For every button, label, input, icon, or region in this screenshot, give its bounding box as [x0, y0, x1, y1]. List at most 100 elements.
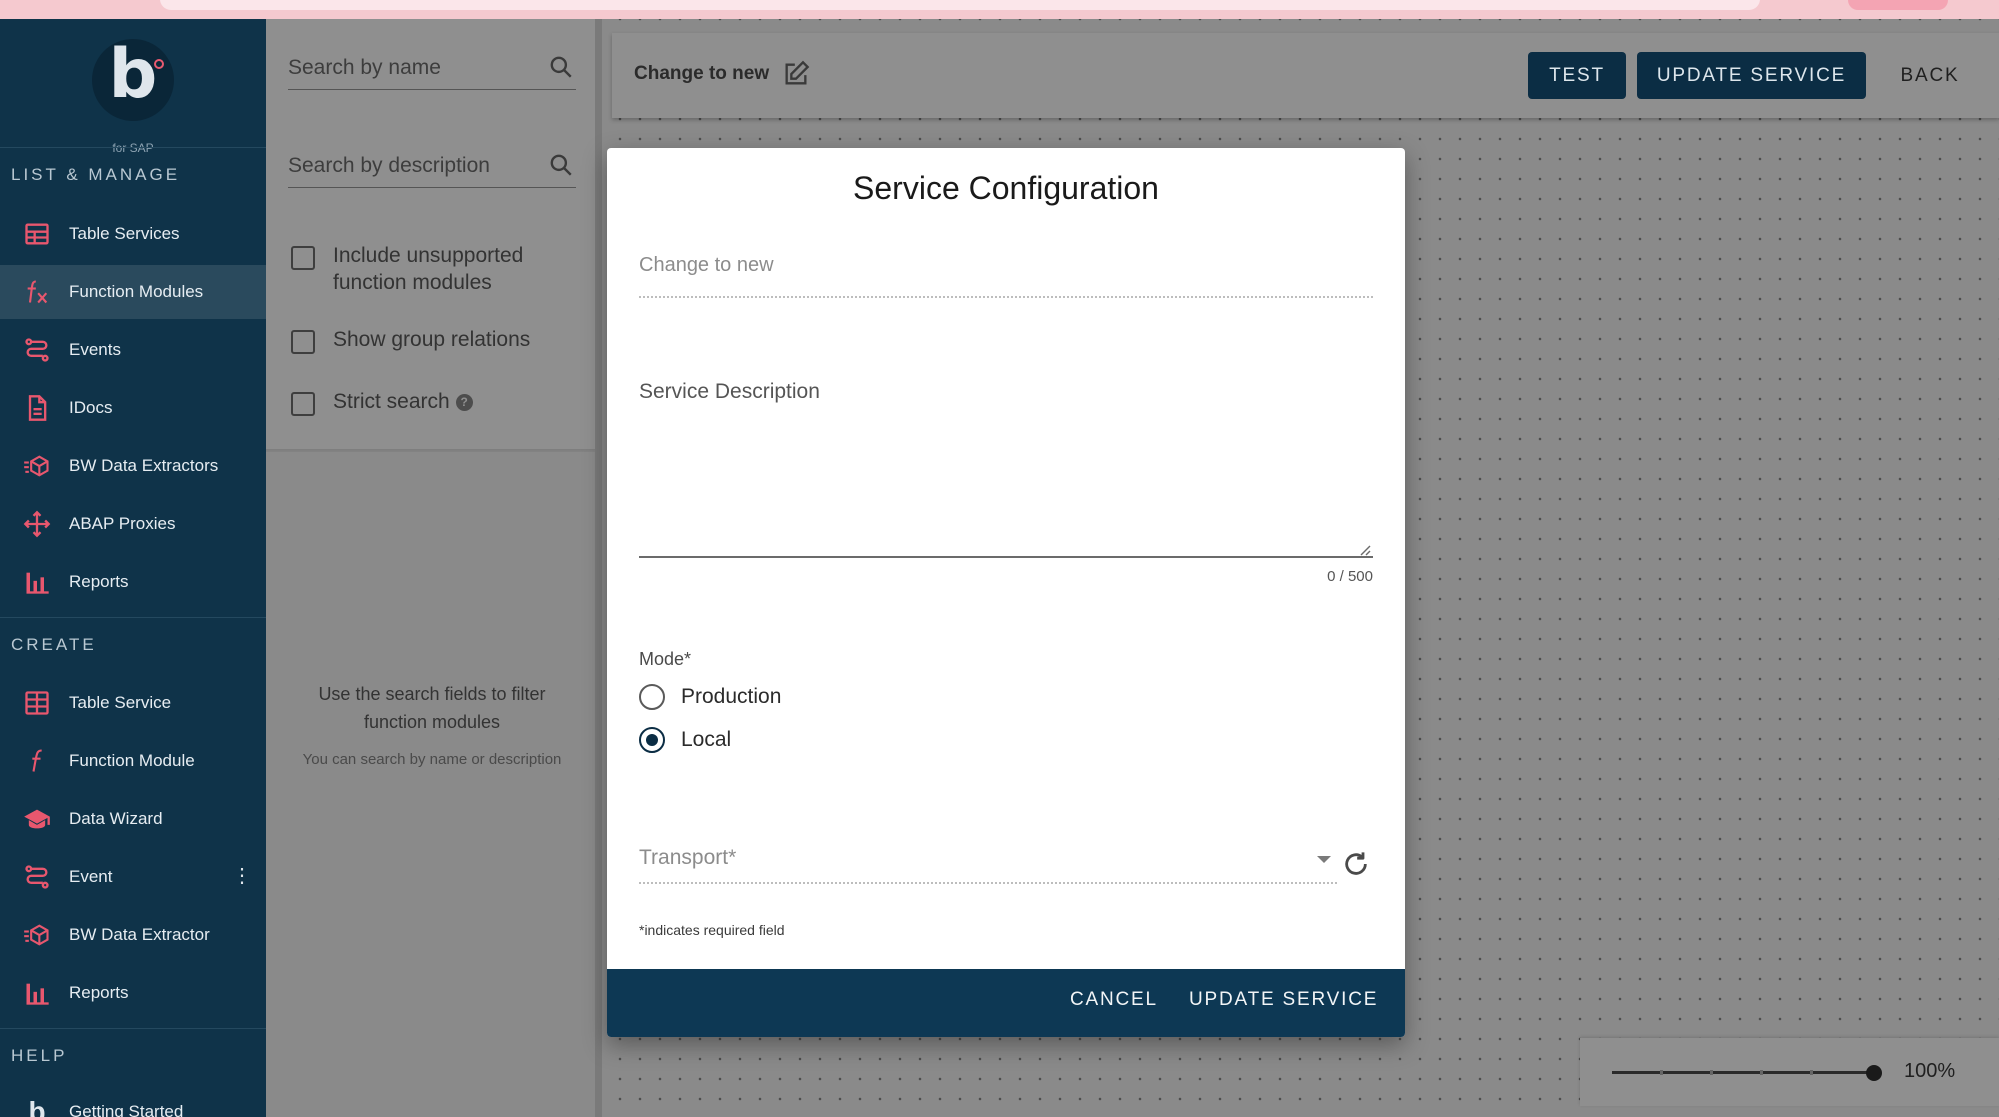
checkbox-box[interactable] [291, 246, 315, 270]
chevron-down-icon[interactable] [1317, 856, 1331, 863]
top-address-pill [160, 0, 1760, 10]
sidebar: b for SAP LIST & MANAGE Table Services F… [0, 19, 266, 1117]
sidebar-divider [0, 1028, 266, 1029]
include-unsupported-checkbox[interactable]: Include unsupported function modules [291, 242, 553, 296]
sidebar-item-reports[interactable]: Reports [0, 555, 266, 609]
textarea-underline [639, 556, 1373, 558]
cube-extractor-icon [22, 451, 52, 481]
sidebar-item-bw-data-extractors[interactable]: BW Data Extractors [0, 439, 266, 493]
search-icon[interactable] [548, 152, 574, 178]
radio-label: Production [681, 685, 782, 708]
search-hint-sub: You can search by name or description [302, 751, 562, 768]
search-by-name-placeholder: Search by name [288, 56, 441, 79]
top-action-pill[interactable] [1848, 0, 1948, 10]
sidebar-item-label: Function Modules [69, 282, 204, 301]
transport-label: Transport* [639, 846, 737, 869]
show-group-relations-checkbox[interactable]: Show group relations [291, 326, 530, 354]
cancel-button[interactable]: CANCEL [1070, 989, 1158, 1011]
service-description-label: Service Description [639, 380, 820, 403]
top-browser-strip [0, 0, 1999, 19]
b-logo-icon: b [28, 1096, 46, 1117]
logo-subtitle: for SAP [112, 141, 154, 155]
sidebar-item-getting-started[interactable]: b Getting Started [0, 1085, 266, 1117]
sidebar-item-create-reports[interactable]: Reports [0, 966, 266, 1020]
bar-chart-icon [22, 978, 52, 1008]
dialog-update-service-button[interactable]: UPDATE SERVICE [1189, 989, 1378, 1011]
sidebar-item-create-event[interactable]: Event ⋮ [0, 850, 266, 904]
zoom-tick [1760, 1070, 1763, 1075]
sidebar-item-create-table-service[interactable]: Table Service [0, 676, 266, 730]
sidebar-item-label: Reports [69, 572, 129, 591]
app-logo[interactable]: b for SAP [90, 35, 176, 155]
search-hint-main: Use the search fields to filter function… [318, 684, 546, 732]
strict-search-checkbox[interactable]: Strict search? [291, 388, 473, 416]
section-title-list-manage: LIST & MANAGE [11, 165, 181, 184]
mode-radio-production[interactable]: Production [639, 684, 781, 710]
more-vert-icon[interactable]: ⋮ [232, 866, 252, 886]
logo-letter: b [108, 35, 158, 114]
section-title-help: HELP [11, 1046, 68, 1065]
service-description-textarea[interactable] [639, 418, 1373, 554]
sidebar-divider [0, 147, 266, 148]
function-f-icon [22, 746, 52, 776]
table-add-icon [22, 688, 52, 718]
search-icon[interactable] [548, 54, 574, 80]
events-route-icon [22, 335, 52, 365]
mode-radio-local[interactable]: Local [639, 727, 731, 753]
mode-label: Mode* [639, 649, 692, 669]
radio-circle[interactable] [639, 684, 665, 710]
sidebar-item-idocs[interactable]: IDocs [0, 381, 266, 435]
sidebar-item-function-modules[interactable]: Function Modules [0, 265, 266, 319]
zoom-tick [1810, 1070, 1813, 1075]
sidebar-item-label: Table Service [69, 693, 172, 712]
sidebar-item-label: BW Data Extractors [69, 456, 219, 475]
service-name-value: Change to new [639, 254, 774, 276]
service-toolbar: Change to new TEST UPDATE SERVICE BACK [612, 33, 1999, 118]
section-title-create: CREATE [11, 635, 97, 654]
sidebar-item-label: Reports [69, 983, 129, 1002]
sidebar-item-table-services[interactable]: Table Services [0, 207, 266, 261]
zoom-tick [1710, 1070, 1713, 1075]
edit-icon[interactable] [782, 60, 810, 88]
sidebar-item-create-data-wizard[interactable]: Data Wizard [0, 792, 266, 846]
dialog-actions: CANCEL UPDATE SERVICE [607, 969, 1405, 1037]
checkbox-label: Show group relations [333, 328, 531, 351]
search-by-description-placeholder: Search by description [288, 154, 490, 177]
zoom-slider-track[interactable] [1612, 1071, 1874, 1074]
dialog-title: Service Configuration [853, 170, 1159, 206]
sidebar-item-label: BW Data Extractor [69, 925, 210, 944]
sidebar-item-abap-proxies[interactable]: ABAP Proxies [0, 497, 266, 551]
checkbox-box[interactable] [291, 330, 315, 354]
panel-splitter[interactable] [595, 19, 602, 1117]
sidebar-item-events[interactable]: Events [0, 323, 266, 377]
resize-handle-icon[interactable] [1359, 544, 1371, 556]
radio-circle-selected[interactable] [639, 727, 665, 753]
search-by-name-input[interactable]: Search by name [288, 46, 576, 90]
sidebar-item-label: IDocs [69, 398, 113, 417]
radio-label: Local [681, 728, 732, 751]
service-configuration-dialog: Service Configuration Change to new Serv… [607, 148, 1405, 1037]
service-name-field[interactable]: Change to new [639, 254, 1373, 298]
back-button[interactable]: BACK [1876, 52, 1984, 99]
document-icon [22, 393, 52, 423]
sidebar-divider [0, 617, 266, 618]
help-icon[interactable]: ? [455, 393, 473, 411]
character-counter: 0 / 500 [1327, 568, 1373, 585]
zoom-slider-thumb[interactable] [1866, 1065, 1882, 1081]
transport-select[interactable]: Transport* [639, 846, 1337, 884]
toolbar-update-service-button[interactable]: UPDATE SERVICE [1637, 52, 1866, 99]
refresh-icon[interactable] [1342, 850, 1370, 878]
strict-search-label: Strict search [333, 390, 450, 413]
sidebar-item-create-bw-data-extractor[interactable]: BW Data Extractor [0, 908, 266, 962]
checkbox-box[interactable] [291, 392, 315, 416]
checkbox-label: Strict search? [333, 388, 473, 415]
zoom-tick [1660, 1070, 1663, 1075]
test-button[interactable]: TEST [1528, 52, 1626, 99]
zoom-control: 100% [1580, 1038, 1999, 1106]
events-route-icon [22, 862, 52, 892]
sidebar-item-create-function-module[interactable]: Function Module [0, 734, 266, 788]
service-title: Change to new [634, 63, 770, 84]
search-by-description-input[interactable]: Search by description [288, 144, 576, 188]
search-results-area [266, 452, 596, 1117]
field-underline [639, 882, 1337, 884]
